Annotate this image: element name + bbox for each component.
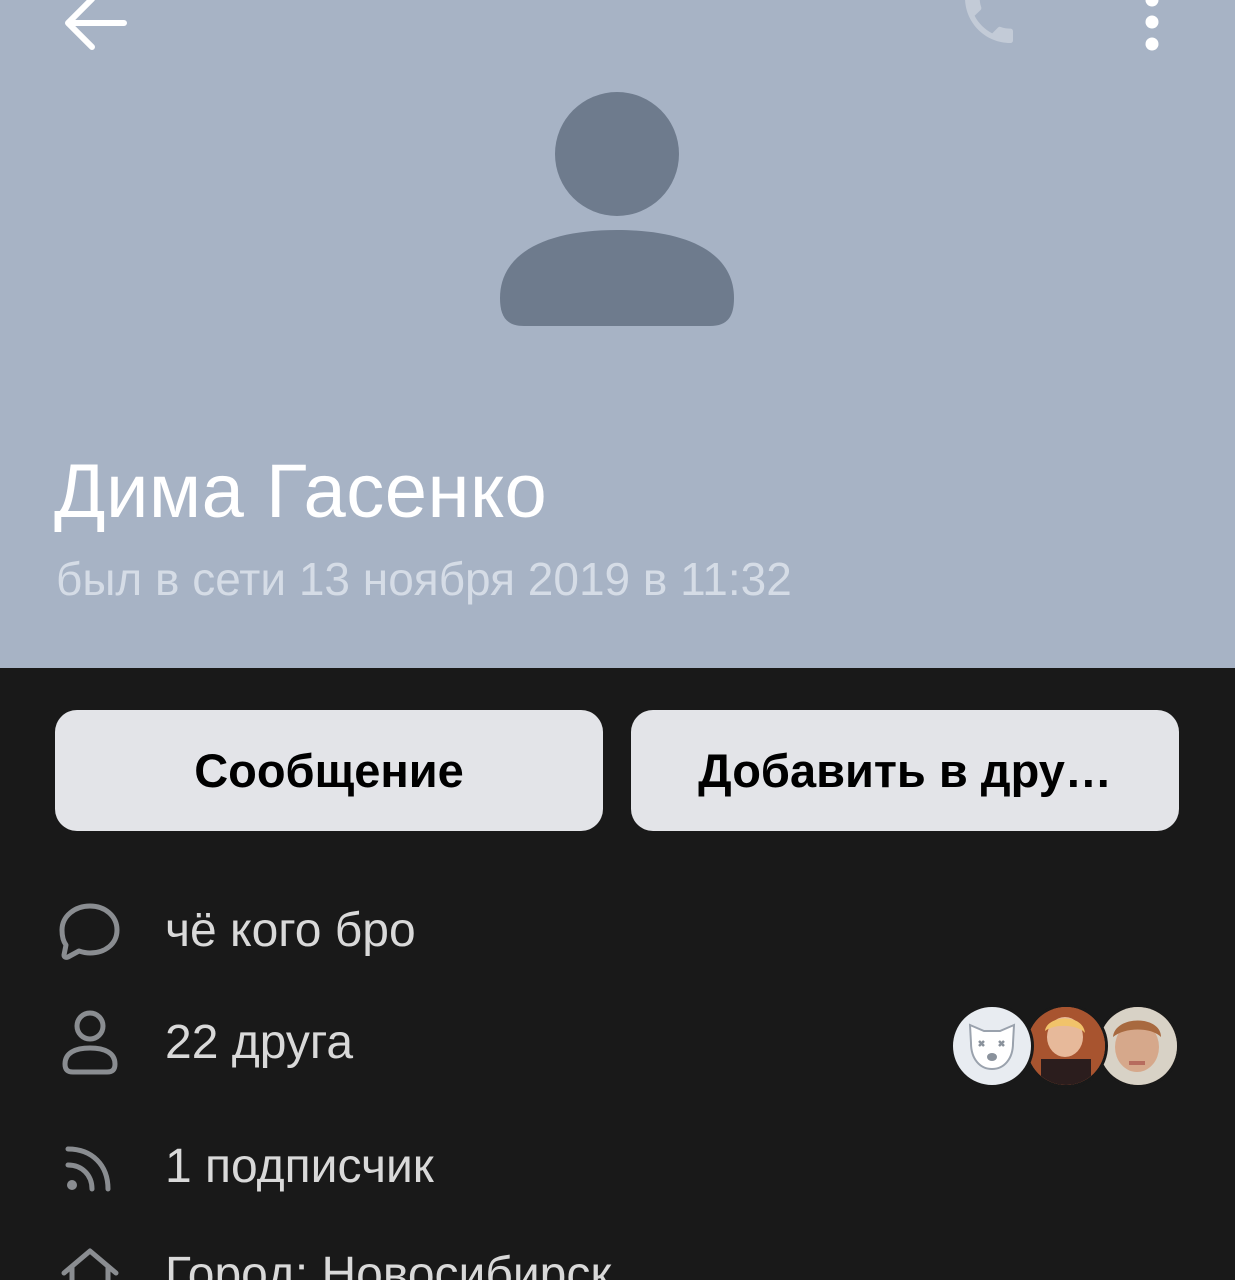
more-options-button[interactable] xyxy=(1122,0,1182,64)
last-seen-status: был в сети 13 ноября 2019 в 11:32 xyxy=(56,553,792,605)
rss-feed-icon xyxy=(56,1122,124,1212)
profile-header: Дима Гасенко был в сети 13 ноября 2019 в… xyxy=(0,0,1235,668)
more-vertical-icon xyxy=(1142,0,1162,59)
followers-row[interactable]: 1 подписчик xyxy=(56,1122,1186,1212)
friend-avatar[interactable] xyxy=(1096,1004,1180,1088)
profile-name: Дима Гасенко xyxy=(54,449,548,534)
message-button[interactable]: Сообщение xyxy=(55,710,603,831)
dog-face-icon xyxy=(968,1023,1016,1071)
friends-count-text: 22 друга xyxy=(165,1016,354,1069)
status-row[interactable]: чё кого бро xyxy=(56,886,1186,976)
city-text: Город: Новосибирск xyxy=(165,1248,612,1280)
friend-avatar[interactable] xyxy=(1024,1004,1108,1088)
friend-avatar[interactable] xyxy=(950,1004,1034,1088)
followers-count-text: 1 подписчик xyxy=(165,1140,434,1193)
home-icon xyxy=(56,1230,124,1280)
friend-photo xyxy=(1027,1007,1105,1085)
call-button[interactable] xyxy=(948,0,1030,62)
speech-bubble-icon xyxy=(56,886,124,976)
user-silhouette-icon xyxy=(500,92,734,326)
avatar[interactable] xyxy=(496,88,740,332)
friend-photo xyxy=(1099,1007,1177,1085)
profile-screen: Дима Гасенко был в сети 13 ноября 2019 в… xyxy=(0,0,1235,1280)
back-arrow-icon xyxy=(60,0,130,58)
phone-icon xyxy=(957,0,1021,56)
friends-avatars[interactable] xyxy=(950,1004,1180,1088)
back-button[interactable] xyxy=(50,0,140,70)
status-text: чё кого бро xyxy=(165,904,416,957)
user-icon xyxy=(56,998,124,1088)
city-row[interactable]: Город: Новосибирск xyxy=(56,1230,1186,1280)
add-friend-button[interactable]: Добавить в дру… xyxy=(631,710,1179,831)
